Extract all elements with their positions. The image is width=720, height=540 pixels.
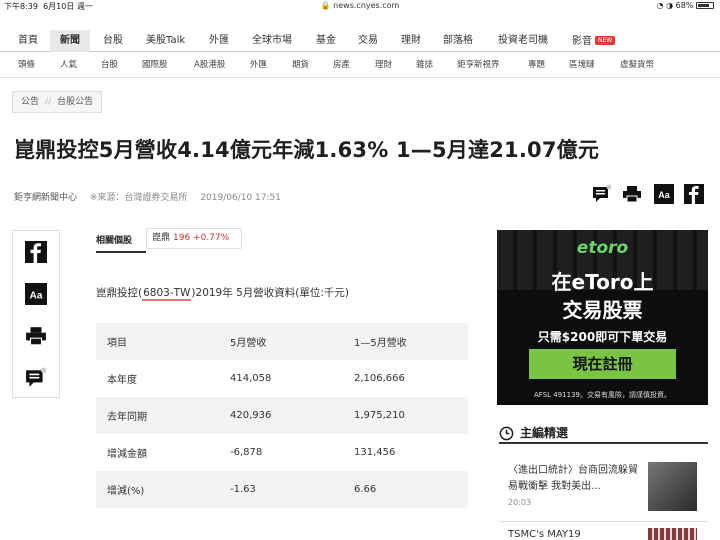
label-underline	[96, 251, 146, 253]
nav-fund[interactable]: 基金	[316, 30, 336, 52]
subnav-item[interactable]: 區塊鏈	[569, 52, 595, 78]
table-cell: -1.63	[219, 471, 343, 508]
revenue-table: 項目 5月營收 1—5月營收 本年度 414,058 2,106,666 去年同…	[96, 323, 468, 508]
table-row: 去年同期 420,936 1,975,210	[96, 397, 468, 434]
publish-time: 2019/06/10 17:51	[200, 193, 281, 203]
news-thumbnail[interactable]	[648, 462, 697, 511]
nav-news[interactable]: 新聞	[50, 30, 90, 52]
battery-icon	[696, 2, 714, 9]
subnav-item[interactable]: 頭條	[18, 52, 35, 78]
nav-blog[interactable]: 部落格	[443, 30, 473, 52]
subnav-item[interactable]: 雜誌	[416, 52, 433, 78]
subnav-item[interactable]: 理財	[375, 52, 392, 78]
new-badge: NEW	[595, 36, 616, 45]
nav-forex[interactable]: 外匯	[209, 30, 229, 52]
table-cell: 131,456	[343, 434, 468, 471]
source: ※來源：台灣證券交易所	[89, 193, 188, 203]
top-nav: 首頁 新聞 台股 美股Talk 外匯 全球市場 基金 交易 理財 部落格 投資老…	[0, 30, 720, 52]
ad-disclaimer: AFSL 491139。交易有風險，請謹慎投資。	[534, 391, 671, 399]
news-title[interactable]: TSMC's MAY19	[508, 529, 581, 540]
table-cell: 2,106,666	[343, 360, 468, 397]
editor-picks-title: 主編精選	[520, 426, 569, 440]
table-cell: 420,936	[219, 397, 343, 434]
table-cell: 414,058	[219, 360, 343, 397]
table-cell: 去年同期	[96, 397, 219, 434]
news-time: 20:03	[508, 498, 532, 507]
ad-headline: 交易股票	[562, 298, 643, 322]
article-intro: 崑鼎投控(6803-TW)2019年 5月營收資料(單位:千元)	[96, 287, 349, 301]
nav-global[interactable]: 全球市場	[252, 30, 292, 52]
comment-icon[interactable]	[25, 367, 47, 389]
share-sidebar: Aa	[12, 230, 60, 398]
font-size-icon[interactable]: Aa	[654, 184, 674, 204]
article-meta: 鉅亨網新聞中心 ※來源：台灣證券交易所 2019/06/10 17:51	[14, 190, 281, 203]
sub-nav: 頭條 人氣 台股 國際股 A股港股 外匯 期貨 房產 理財 雜誌 鉅亨新視界 專…	[0, 52, 720, 78]
nav-video[interactable]: 影音 NEW	[572, 30, 616, 52]
etoro-ad[interactable]: etoro 在eToro上 交易股票 只需$200即可下單交易 現在註冊 AFS…	[497, 230, 708, 405]
subnav-item[interactable]: 房產	[333, 52, 350, 78]
font-size-icon[interactable]: Aa	[25, 283, 47, 305]
clock-icon	[499, 426, 514, 441]
svg-text:Aa: Aa	[30, 290, 43, 301]
nav-ustalk[interactable]: 美股Talk	[146, 30, 185, 52]
table-header: 項目	[96, 323, 219, 360]
subnav-item[interactable]: 鉅亨新視界	[457, 52, 500, 78]
nav-twstock[interactable]: 台股	[103, 30, 123, 52]
article-title: 崑鼎投控5月營收4.14億元年減1.63% 1—5月達21.07億元	[14, 138, 600, 162]
subnav-item[interactable]: 期貨	[292, 52, 309, 78]
nav-driver[interactable]: 投資老司機	[498, 30, 548, 52]
url-bar[interactable]: 🔒 news.cnyes.com	[0, 1, 720, 10]
stock-price: 196 +0.77%	[173, 233, 230, 243]
table-header-row: 項目 5月營收 1—5月營收	[96, 323, 468, 360]
comment-icon[interactable]	[592, 184, 612, 204]
subnav-item[interactable]: 虛擬貨幣	[620, 52, 654, 78]
register-button[interactable]: 現在註冊	[529, 349, 676, 379]
table-cell: 6.66	[343, 471, 468, 508]
table-cell: 增減(%)	[96, 471, 219, 508]
subnav-item[interactable]: 人氣	[60, 52, 77, 78]
table-cell: 增減金額	[96, 434, 219, 471]
editor-picks-header: 主編精選	[499, 424, 708, 444]
subnav-item[interactable]: 專題	[528, 52, 545, 78]
table-cell: -6,878	[219, 434, 343, 471]
etoro-logo: etoro	[576, 238, 629, 258]
nav-finance[interactable]: 理財	[401, 30, 421, 52]
breadcrumb-item[interactable]: 台股公告	[57, 97, 93, 107]
print-icon[interactable]	[622, 184, 642, 204]
stock-chip[interactable]: 崑鼎 196 +0.77%	[146, 228, 242, 249]
table-row: 增減(%) -1.63 6.66	[96, 471, 468, 508]
news-thumbnail[interactable]	[648, 528, 697, 540]
stock-code-link[interactable]: 6803-TW	[142, 287, 192, 301]
related-stocks-label: 相關個股	[96, 236, 133, 246]
news-item[interactable]: 〈進出口統計〉台商回流躲貿易戰衝擊 我對美出... 20:03	[508, 463, 643, 511]
divider	[499, 521, 708, 522]
nav-home[interactable]: 首頁	[18, 30, 38, 52]
facebook-icon[interactable]	[25, 241, 47, 263]
breadcrumb-item[interactable]: 公告	[21, 97, 39, 107]
status-bar: 下午8:39 6月10日 週一 🔒 news.cnyes.com ◔ ◑ 68%	[0, 0, 720, 12]
table-header: 5月營收	[219, 323, 343, 360]
table-row: 本年度 414,058 2,106,666	[96, 360, 468, 397]
print-icon[interactable]	[25, 325, 47, 347]
table-cell: 1,975,210	[343, 397, 468, 434]
table-header: 1—5月營收	[343, 323, 468, 360]
status-right: ◔ ◑ 68%	[657, 1, 714, 10]
svg-text:Aa: Aa	[658, 190, 670, 200]
subnav-item[interactable]: 國際股	[142, 52, 168, 78]
subnav-item[interactable]: 外匯	[250, 52, 267, 78]
author[interactable]: 鉅亨網新聞中心	[14, 193, 77, 203]
ad-subline: 只需$200即可下單交易	[537, 330, 668, 344]
subnav-item[interactable]: A股港股	[194, 52, 225, 78]
nav-trade[interactable]: 交易	[358, 30, 378, 52]
article-tools: Aa	[592, 184, 706, 208]
breadcrumb: 公告//台股公告	[12, 91, 103, 113]
ad-headline: 在eToro上	[551, 270, 654, 294]
news-title[interactable]: 〈進出口統計〉台商回流躲貿易戰衝擊 我對美出...	[508, 463, 643, 495]
facebook-icon[interactable]	[684, 184, 704, 204]
table-cell: 本年度	[96, 360, 219, 397]
table-row: 增減金額 -6,878 131,456	[96, 434, 468, 471]
subnav-item[interactable]: 台股	[101, 52, 118, 78]
